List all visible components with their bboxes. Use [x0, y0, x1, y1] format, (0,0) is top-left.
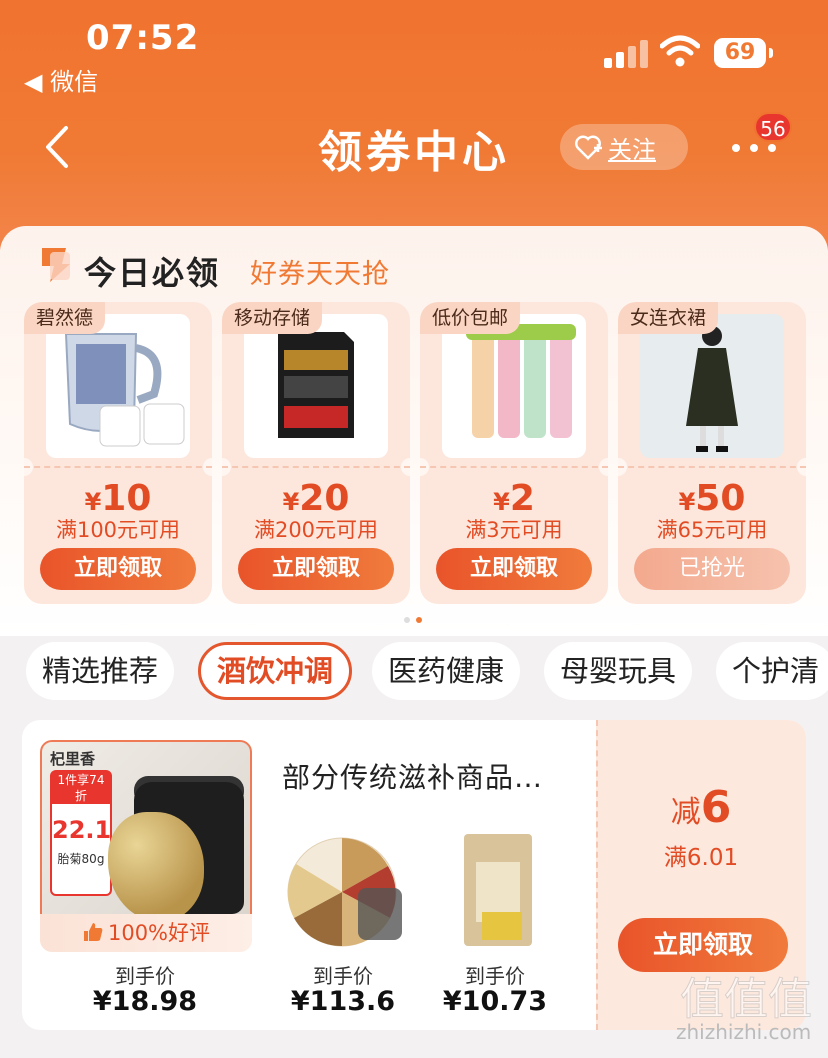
- coupon-tag: 碧然德: [24, 302, 106, 334]
- follow-button[interactable]: 关注: [560, 124, 688, 170]
- category-tabs: 精选推荐 酒饮冲调 医药健康 母婴玩具 个护清: [26, 642, 828, 702]
- tab-medicine[interactable]: 医药健康: [372, 642, 521, 700]
- watermark-text: zhizhizhi.com: [676, 1020, 812, 1044]
- carousel-indicator: [404, 608, 428, 627]
- signal-icon: [604, 40, 648, 68]
- price-value: ¥113.6: [290, 986, 396, 1017]
- coupon-card[interactable]: 女连衣裙 ¥50 满65元可用 已抢光: [618, 302, 806, 604]
- price-label: 到手价: [313, 964, 373, 988]
- today-logo-icon: [42, 248, 70, 282]
- wifi-icon: [660, 35, 700, 67]
- price-value: ¥10.73: [442, 986, 548, 1017]
- promo-sticker: 1件享74折 22.1 胎菊80g: [50, 770, 112, 896]
- page-title: 领券中心: [318, 127, 510, 178]
- grain-tea-image[interactable]: [286, 832, 406, 950]
- coupon-card[interactable]: 低价包邮 ¥2 满3元可用 立即领取: [420, 302, 608, 604]
- tab-drinks[interactable]: 酒饮冲调: [198, 642, 353, 700]
- heart-plus-icon: [575, 135, 602, 160]
- claim-button[interactable]: 立即领取: [618, 918, 788, 972]
- card-title: 部分传统滋补商品…: [282, 761, 544, 794]
- sold-out-button: 已抢光: [634, 548, 790, 590]
- price-label: 到手价: [465, 964, 525, 988]
- coupon-card[interactable]: 移动存储 ¥20 满200元可用 立即领取: [222, 302, 410, 604]
- coupon-tag: 移动存储: [222, 302, 323, 334]
- toothbrush-image: [442, 314, 586, 458]
- notification-badge: 56: [754, 112, 792, 142]
- side-coupon-amount: 减6: [670, 782, 732, 833]
- water-pitcher-image: [46, 314, 190, 458]
- coupon-condition: 满200元可用: [253, 518, 379, 542]
- follow-label: 关注: [608, 135, 656, 164]
- today-subtitle: 好券天天抢: [250, 259, 390, 290]
- rating-bar: 100%好评: [40, 914, 252, 952]
- tab-personal-care[interactable]: 个护清: [716, 642, 828, 700]
- claim-button[interactable]: 立即领取: [40, 548, 196, 590]
- coupon-condition: 满3元可用: [465, 518, 563, 542]
- price-label: 到手价: [115, 964, 175, 988]
- today-title: 今日必领: [84, 254, 221, 292]
- coupon-card[interactable]: 碧然德 ¥10 满100元可用 立即领取: [24, 302, 212, 604]
- sd-card-image: [244, 314, 388, 458]
- rating-text: 100%好评: [107, 921, 211, 945]
- tab-featured[interactable]: 精选推荐: [26, 642, 175, 700]
- dress-image: [640, 314, 784, 458]
- coupon-condition: 满100元可用: [55, 518, 181, 542]
- coupon-amount: ¥50: [678, 478, 746, 519]
- side-coupon-condition: 满6.01: [663, 845, 739, 871]
- coupon-amount: ¥20: [282, 478, 350, 519]
- herbal-tea-pack-image[interactable]: [458, 832, 538, 948]
- claim-button[interactable]: 立即领取: [436, 548, 592, 590]
- tab-baby-toys[interactable]: 母婴玩具: [544, 642, 693, 700]
- coupon-amount: ¥10: [84, 478, 152, 519]
- back-to-app-link[interactable]: ◀ 微信: [24, 62, 98, 97]
- claim-button[interactable]: 立即领取: [238, 548, 394, 590]
- status-time: 07:52: [86, 18, 200, 58]
- thumbs-up-icon: [83, 923, 103, 941]
- coupon-tag: 女连衣裙: [618, 302, 719, 334]
- brand-label: 杞里香: [50, 750, 96, 768]
- coupon-tag: 低价包邮: [420, 302, 521, 334]
- watermark-logo-text: 值值值: [680, 974, 812, 1025]
- price-value: ¥18.98: [92, 986, 198, 1017]
- coupon-condition: 满65元可用: [656, 518, 768, 542]
- coupon-amount: ¥2: [493, 478, 535, 519]
- battery-indicator: 69: [714, 38, 773, 68]
